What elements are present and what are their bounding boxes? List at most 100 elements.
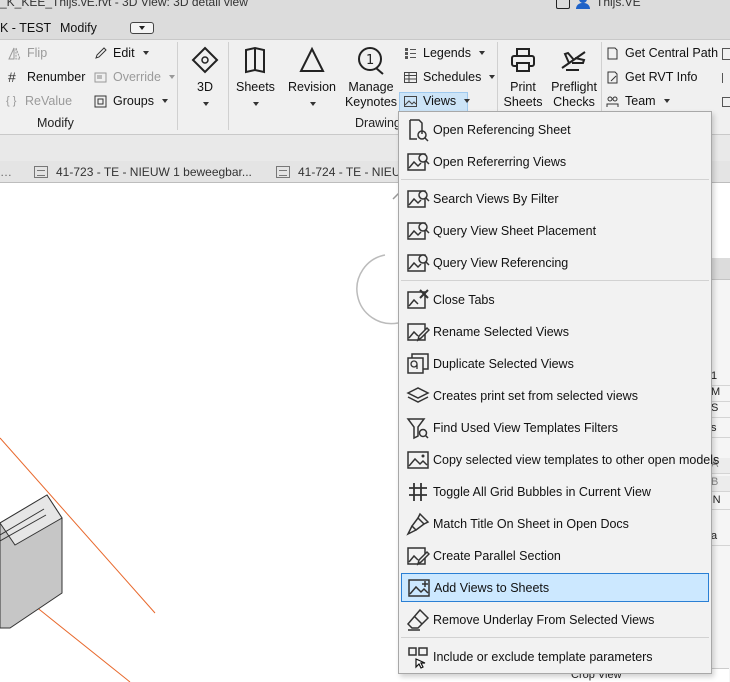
window-title: _K_KEE_Thijs.vE.rvt - 3D View: 3D detail… (0, 0, 248, 9)
get-rvt-info-button[interactable]: Get RVT Info (606, 70, 698, 84)
revalue-button[interactable]: { } ReValue (6, 94, 72, 108)
team-icon (606, 96, 619, 107)
print-sheets-label-1: Print (510, 80, 536, 94)
views-button[interactable]: Views (404, 94, 471, 108)
overflow-icon (722, 97, 730, 107)
tab-overflow[interactable]: … (0, 161, 20, 183)
modify-menu[interactable]: Modify (60, 21, 97, 35)
views-dropdown-menu: Open Referencing Sheet Open Refererring … (398, 111, 719, 674)
edit-button[interactable]: Edit (94, 46, 149, 60)
view-tab[interactable]: 41-723 - TE - NIEUW 1 beweegbar... (34, 161, 252, 183)
menu-item-duplicate-selected-views[interactable]: Duplicate Selected Views (401, 349, 709, 378)
menu-item-copy-view-templates[interactable]: Copy selected view templates to other op… (401, 445, 719, 474)
view-tab-label: 41-723 - TE - NIEUW 1 beweegbar... (56, 165, 252, 179)
print-sheets-button[interactable]: Print Sheets (502, 46, 544, 110)
chevron-down-icon (310, 102, 316, 106)
menu-separator (401, 179, 709, 180)
menu-item-query-view-referencing[interactable]: Query View Referencing (401, 248, 709, 277)
manage-keynotes-label-2: Keynotes (344, 95, 398, 109)
close-view-icon (407, 288, 429, 309)
menu-item-label: Open Referencing Sheet (433, 122, 571, 137)
menu-item-label: Toggle All Grid Bubbles in Current View (433, 484, 651, 499)
menu-item-label: Search Views By Filter (433, 191, 559, 206)
revision-button[interactable]: Revision (286, 46, 338, 110)
property-cell: B (709, 476, 730, 492)
3d-cube-icon (191, 46, 219, 74)
braces-icon: { } (6, 94, 17, 107)
flip-button[interactable]: Flip (8, 46, 47, 60)
menu-item-match-title-on-sheet[interactable]: Match Title On Sheet in Open Docs (401, 509, 709, 538)
menu-item-label: Query View Sheet Placement (433, 223, 597, 238)
menu-item-add-views-to-sheets[interactable]: Add Views to Sheets (401, 573, 709, 602)
menu-item-toggle-grid-bubbles[interactable]: Toggle All Grid Bubbles in Current View (401, 477, 709, 506)
title-bar: _K_KEE_Thijs.vE.rvt - 3D View: 3D detail… (0, 0, 730, 16)
menu-item-remove-underlay[interactable]: Remove Underlay From Selected Views (401, 605, 709, 634)
menu-item-include-exclude-template-parameters[interactable]: Include or exclude template parameters (401, 642, 709, 671)
menu-item-create-parallel-section[interactable]: Create Parallel Section (401, 541, 709, 570)
user-name[interactable]: Thijs.VE (596, 0, 641, 9)
menu-item-label: Match Title On Sheet in Open Docs (433, 516, 629, 531)
3d-button[interactable]: 3D (188, 46, 222, 110)
legends-button[interactable]: Legends (404, 46, 485, 60)
menu-item-label: Include or exclude template parameters (433, 649, 653, 664)
view-search-icon (407, 221, 430, 240)
chevron-down-icon (464, 99, 471, 103)
legend-icon (405, 47, 416, 59)
schedule-icon (404, 71, 417, 83)
flip-label: Flip (27, 46, 48, 60)
template-parameters-icon (408, 646, 428, 669)
sheet-reference-icon (409, 118, 429, 142)
groups-label: Groups (113, 94, 154, 108)
paintbrush-icon (406, 512, 430, 536)
schedules-label: Schedules (423, 70, 482, 84)
menu-item-label: Open Refererring Views (433, 154, 567, 169)
print-sheets-label-2: Sheets (503, 95, 543, 109)
menu-item-query-view-sheet-placement[interactable]: Query View Sheet Placement (401, 216, 709, 245)
menu-item-search-views-by-filter[interactable]: Search Views By Filter (401, 184, 709, 213)
user-icon[interactable] (576, 0, 590, 9)
menu-item-open-referencing-sheet[interactable]: Open Referencing Sheet (401, 115, 709, 144)
property-cell: s (709, 422, 730, 438)
preflight-checks-button[interactable]: Preflight Checks (548, 46, 600, 110)
infocenter-icon[interactable] (556, 0, 570, 9)
title-bar-right: Thijs.VE (556, 0, 641, 9)
get-central-path-button[interactable]: Get Central Path (606, 46, 718, 60)
sheets-icon (245, 46, 265, 74)
context-dropdown-icon[interactable] (130, 22, 154, 34)
renumber-label: Renumber (27, 70, 86, 84)
modify-panel-label: Modify (37, 116, 74, 130)
preflight-checks-label-2: Checks (553, 95, 595, 109)
sheets-label: Sheets (236, 80, 275, 94)
view-search-icon (407, 189, 430, 208)
get-rvt-info-label: Get RVT Info (625, 70, 698, 84)
manage-keynotes-label-1: Manage (348, 80, 394, 94)
panel-divider (228, 42, 229, 130)
image-view-icon (404, 95, 417, 107)
chevron-down-icon (663, 99, 670, 103)
revision-triangle-icon (299, 46, 325, 72)
menu-item-find-used-view-templates-filters[interactable]: Find Used View Templates Filters (401, 413, 709, 442)
view-tab[interactable]: 41-724 - TE - NIEU (276, 161, 400, 183)
override-button[interactable]: Override (94, 70, 175, 84)
menu-item-rename-selected-views[interactable]: Rename Selected Views (401, 317, 709, 346)
menu-item-label: Create Parallel Section (433, 548, 561, 563)
menu-item-close-tabs[interactable]: Close Tabs (401, 285, 709, 314)
menu-item-label: Remove Underlay From Selected Views (433, 612, 655, 627)
property-cell: 1 (709, 370, 730, 386)
views-label: Views (423, 94, 457, 108)
view-tab-label: 41-724 - TE - NIEU (298, 165, 401, 179)
duplicate-view-icon (407, 352, 429, 374)
view-search-icon (407, 253, 430, 272)
manage-keynotes-button[interactable]: 1 Manage Keynotes (344, 46, 398, 110)
schedules-button[interactable]: Schedules (404, 70, 496, 84)
3d-label: 3D (197, 80, 213, 94)
renumber-button[interactable]: # Renumber (8, 70, 86, 85)
sheets-button[interactable]: Sheets (236, 46, 275, 110)
menu-item-create-print-set[interactable]: Creates print set from selected views (401, 381, 709, 410)
team-button[interactable]: Team (606, 94, 670, 108)
menu-item-open-referring-views[interactable]: Open Refererring Views (401, 147, 709, 176)
groups-button[interactable]: Groups (94, 94, 168, 108)
rename-view-icon (407, 322, 430, 342)
group-icon (94, 95, 107, 107)
menu-item-label: Find Used View Templates Filters (433, 420, 619, 435)
